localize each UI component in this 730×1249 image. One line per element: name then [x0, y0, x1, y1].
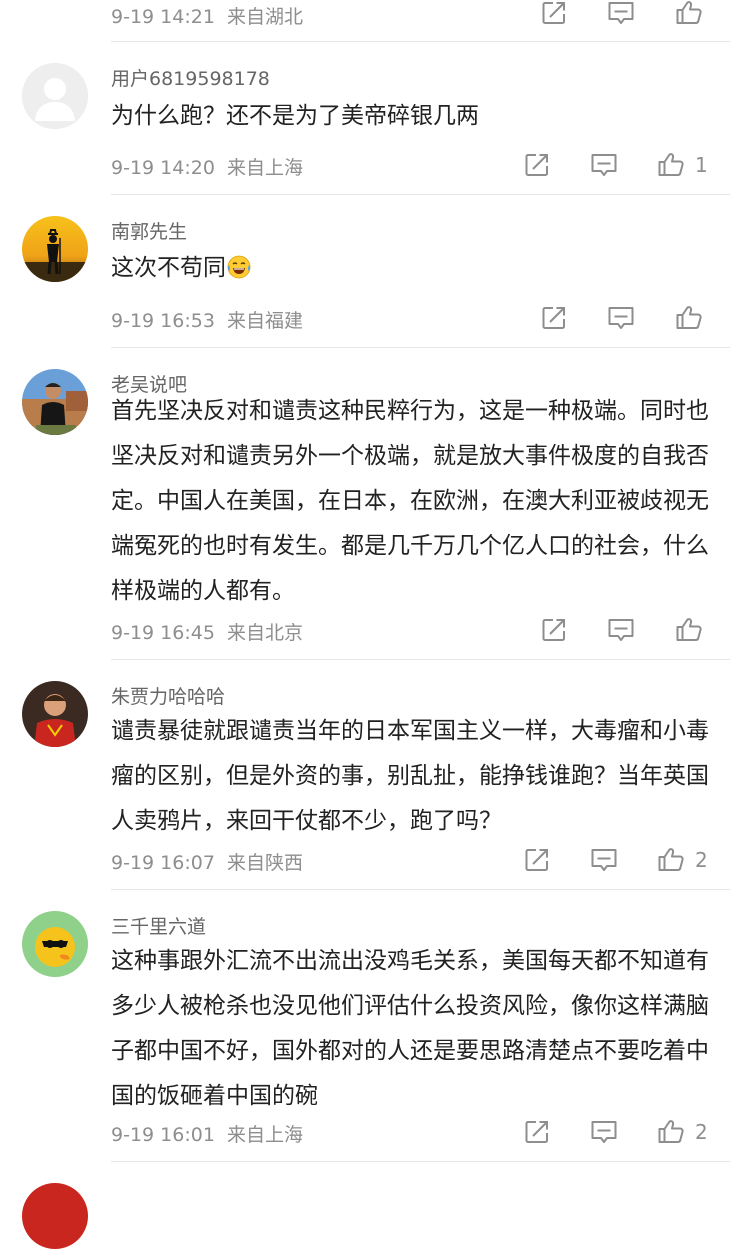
like-count: 2: [695, 1120, 708, 1144]
comment-text-line: 这次不苟同: [111, 246, 711, 291]
divider: [111, 889, 730, 890]
comment-location: 来自北京: [227, 622, 304, 644]
thumbs-up-icon[interactable]: [657, 1118, 685, 1144]
comment-icon[interactable]: [590, 847, 618, 873]
comment-meta: 9-19 16:07 来自陕西: [111, 848, 303, 875]
comment-icon[interactable]: [607, 0, 635, 26]
divider: [111, 347, 730, 348]
comment-text: 谴责暴徒就跟谴责当年的日本军国主义一样，大毒瘤和小毒瘤的区别，但是外资的事，别乱…: [111, 718, 709, 834]
comment-time: 9-19 14:20: [111, 157, 215, 179]
like-count: 2: [695, 848, 708, 872]
avatar[interactable]: [22, 216, 88, 282]
comment-meta: 9-19 16:01 来自上海: [111, 1120, 303, 1147]
comment-meta: 9-19 14:20 来自上海: [111, 153, 303, 180]
share-icon[interactable]: [541, 617, 567, 643]
comment-text: 这次不苟同: [111, 255, 226, 281]
avatar[interactable]: [22, 63, 88, 129]
share-icon[interactable]: [541, 305, 567, 331]
laughing-tears-emoji: [227, 255, 251, 279]
like-count: 1: [695, 153, 708, 177]
comment-time: 9-19 16:07: [111, 852, 215, 874]
comment-text: 首先坚决反对和谴责这种民粹行为，这是一种极端。同时也坚决反对和谴责另外一个极端，…: [111, 398, 709, 604]
divider: [111, 659, 730, 660]
share-icon[interactable]: [524, 152, 550, 178]
thumbs-up-icon[interactable]: [675, 616, 703, 642]
share-icon[interactable]: [524, 847, 550, 873]
avatar[interactable]: [22, 1183, 88, 1249]
comment-text: 为什么跑？还不是为了美帝碎银几两: [111, 103, 479, 129]
divider: [111, 194, 730, 195]
comment-location: 来自陕西: [227, 852, 304, 874]
comment-icon[interactable]: [590, 1119, 618, 1145]
comment-icon[interactable]: [607, 305, 635, 331]
comment-meta: 9-19 14:21 来自湖北: [111, 2, 303, 29]
thumbs-up-icon[interactable]: [675, 0, 703, 25]
comment-icon[interactable]: [590, 152, 618, 178]
avatar[interactable]: [22, 369, 88, 435]
comment-location: 来自上海: [227, 157, 304, 179]
username[interactable]: 三千里六道: [111, 912, 206, 939]
avatar[interactable]: [22, 681, 88, 747]
comment-meta: 9-19 16:53 来自福建: [111, 306, 303, 333]
comment-time: 9-19 16:01: [111, 1124, 215, 1146]
username[interactable]: 用户6819598178: [111, 64, 270, 91]
comment-location: 来自福建: [227, 310, 304, 332]
thumbs-up-icon[interactable]: [675, 304, 703, 330]
comment-location: 来自湖北: [227, 6, 304, 28]
comment-time: 9-19 16:53: [111, 310, 215, 332]
comment-icon[interactable]: [607, 617, 635, 643]
comment-time: 9-19 16:45: [111, 622, 215, 644]
comment-text: 这种事跟外汇流不出流出没鸡毛关系，美国每天都不知道有多少人被枪杀也没见他们评估什…: [111, 948, 709, 1109]
username[interactable]: 南郭先生: [111, 217, 187, 244]
thumbs-up-icon[interactable]: [657, 846, 685, 872]
username[interactable]: 朱贾力哈哈哈: [111, 682, 225, 709]
avatar[interactable]: [22, 911, 88, 977]
divider: [111, 41, 730, 42]
thumbs-up-icon[interactable]: [657, 151, 685, 177]
comment-time: 9-19 14:21: [111, 6, 215, 28]
comment-meta: 9-19 16:45 来自北京: [111, 618, 303, 645]
share-icon[interactable]: [541, 0, 567, 26]
comment-location: 来自上海: [227, 1124, 304, 1146]
share-icon[interactable]: [524, 1119, 550, 1145]
divider: [111, 1161, 730, 1162]
